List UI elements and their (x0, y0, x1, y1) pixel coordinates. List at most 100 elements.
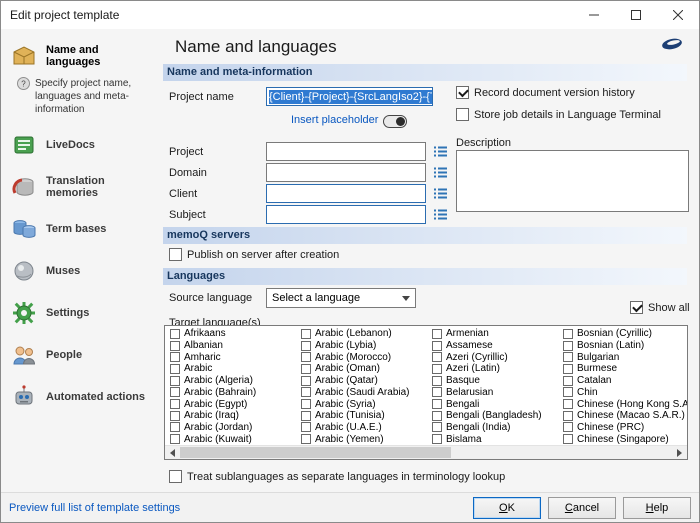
language-option[interactable]: Afrikaans (170, 328, 301, 340)
preview-template-settings-link[interactable]: Preview full list of template settings (9, 502, 180, 514)
maximize-button[interactable] (615, 1, 657, 29)
language-option[interactable]: Arabic (Kuwait) (170, 433, 301, 445)
record-version-history-checkbox[interactable]: Record document version history (456, 86, 635, 99)
client-pick-list-button[interactable] (431, 184, 449, 202)
checkbox-unchecked-icon (301, 364, 311, 374)
horizontal-scrollbar[interactable] (165, 445, 687, 459)
language-label: Arabic (Qatar) (315, 375, 378, 386)
language-option[interactable]: Chinese (PRC) (563, 422, 687, 434)
show-all-checkbox[interactable]: Show all (630, 301, 690, 314)
sidebar-item-name-and-languages[interactable]: Name and languages (1, 35, 153, 77)
language-label: Bengali (Bangladesh) (446, 410, 542, 421)
language-option[interactable]: Bengali (Bangladesh) (432, 410, 563, 422)
chevron-down-icon (402, 296, 410, 301)
sidebar-item-livedocs[interactable]: LiveDocs (1, 124, 153, 166)
language-option[interactable]: Basque (432, 375, 563, 387)
subject-input[interactable] (266, 205, 426, 224)
help-button[interactable]: Help (623, 497, 691, 519)
settings-icon (9, 298, 39, 328)
language-option[interactable]: Chinese (Singapore) (563, 433, 687, 445)
subject-pick-list-button[interactable] (431, 205, 449, 223)
language-option[interactable]: Belarusian (432, 387, 563, 399)
language-option[interactable]: Catalan (563, 375, 687, 387)
checkbox-unchecked-icon (432, 411, 442, 421)
language-label: Azeri (Latin) (446, 363, 500, 374)
language-option[interactable]: Bislama (432, 433, 563, 445)
language-option[interactable]: Assamese (432, 340, 563, 352)
language-option[interactable]: Arabic (Egypt) (170, 398, 301, 410)
language-option[interactable]: Arabic (Yemen) (301, 433, 432, 445)
sidebar-item-people[interactable]: People (1, 334, 153, 376)
svg-text:?: ? (21, 80, 26, 89)
language-option[interactable]: Arabic (Syria) (301, 398, 432, 410)
checkbox-unchecked-icon (563, 422, 573, 432)
store-job-details-checkbox[interactable]: Store job details in Language Terminal (456, 108, 661, 121)
scroll-left-button[interactable] (165, 446, 180, 459)
language-option[interactable]: Albanian (170, 340, 301, 352)
domain-input[interactable] (266, 163, 426, 182)
checkbox-unchecked-icon (432, 376, 442, 386)
sidebar-item-translation-memories[interactable]: Translation memories (1, 166, 153, 208)
ok-button[interactable]: OK (473, 497, 541, 519)
language-option[interactable]: Bulgarian (563, 351, 687, 363)
target-languages-listbox[interactable]: Afrikaans Albanian Amharic Arabic Arabic… (164, 325, 688, 460)
list-icon (433, 187, 448, 200)
language-label: Arabic (Kuwait) (184, 434, 252, 445)
language-option[interactable]: Amharic (170, 351, 301, 363)
language-option[interactable]: Arabic (U.A.E.) (301, 422, 432, 434)
language-option[interactable]: Arabic (Saudi Arabia) (301, 387, 432, 399)
checkbox-unchecked-icon (432, 329, 442, 339)
insert-placeholder-toggle[interactable] (383, 115, 407, 128)
language-option[interactable]: Arabic (Bahrain) (170, 387, 301, 399)
sidebar-item-settings[interactable]: Settings (1, 292, 153, 334)
language-option[interactable]: Arabic (Qatar) (301, 375, 432, 387)
language-option[interactable]: Bengali (India) (432, 422, 563, 434)
checkbox-unchecked-icon (432, 352, 442, 362)
scroll-right-button[interactable] (672, 446, 687, 459)
language-option[interactable]: Armenian (432, 328, 563, 340)
sidebar-item-term-bases[interactable]: Term bases (1, 208, 153, 250)
language-option[interactable]: Arabic (Lybia) (301, 340, 432, 352)
cancel-button[interactable]: Cancel (548, 497, 616, 519)
minimize-button[interactable] (573, 1, 615, 29)
client-input[interactable] (266, 184, 426, 203)
language-option[interactable]: Chin (563, 387, 687, 399)
source-language-dropdown[interactable]: Select a language (266, 288, 416, 308)
language-option[interactable]: Burmese (563, 363, 687, 375)
project-input[interactable] (266, 142, 426, 161)
language-option[interactable]: Arabic (Lebanon) (301, 328, 432, 340)
language-option[interactable]: Azeri (Cyrillic) (432, 351, 563, 363)
checkbox-unchecked-icon (563, 341, 573, 351)
language-label: Arabic (Yemen) (315, 434, 384, 445)
language-option[interactable]: Arabic (Morocco) (301, 351, 432, 363)
language-option[interactable]: Bosnian (Cyrillic) (563, 328, 687, 340)
checkbox-unchecked-icon (169, 470, 182, 483)
sidebar-item-muses[interactable]: Muses (1, 250, 153, 292)
language-option[interactable]: Chinese (Hong Kong S.A.R.) (563, 398, 687, 410)
sidebar-item-automated-actions[interactable]: Automated actions (1, 376, 153, 418)
publish-on-server-checkbox[interactable]: Publish on server after creation (169, 248, 339, 261)
domain-pick-list-button[interactable] (431, 163, 449, 181)
close-icon (673, 10, 683, 20)
scrollbar-thumb[interactable] (180, 447, 451, 458)
checkbox-unchecked-icon (432, 399, 442, 409)
show-all-label: Show all (648, 302, 690, 314)
language-option[interactable]: Arabic (Algeria) (170, 375, 301, 387)
language-option[interactable]: Arabic (170, 363, 301, 375)
language-option[interactable]: Azeri (Latin) (432, 363, 563, 375)
treat-sublanguages-checkbox[interactable]: Treat sublanguages as separate languages… (169, 470, 505, 483)
language-option[interactable]: Arabic (Iraq) (170, 410, 301, 422)
insert-placeholder-link[interactable]: Insert placeholder (291, 114, 378, 126)
language-option[interactable]: Arabic (Oman) (301, 363, 432, 375)
language-option[interactable]: Bosnian (Latin) (563, 340, 687, 352)
language-option[interactable]: Arabic (Tunisia) (301, 410, 432, 422)
sidebar: Name and languages ? Specify project nam… (1, 29, 153, 492)
language-option[interactable]: Chinese (Macao S.A.R.) (563, 410, 687, 422)
close-button[interactable] (657, 1, 699, 29)
scrollbar-track[interactable] (180, 446, 672, 459)
language-option[interactable]: Bengali (432, 398, 563, 410)
language-option[interactable]: Arabic (Jordan) (170, 422, 301, 434)
description-textarea[interactable] (456, 150, 689, 212)
project-name-input[interactable]: {Client}-{Project}-{SrcLangIso2}-{TrgL (266, 87, 433, 106)
project-pick-list-button[interactable] (431, 142, 449, 160)
